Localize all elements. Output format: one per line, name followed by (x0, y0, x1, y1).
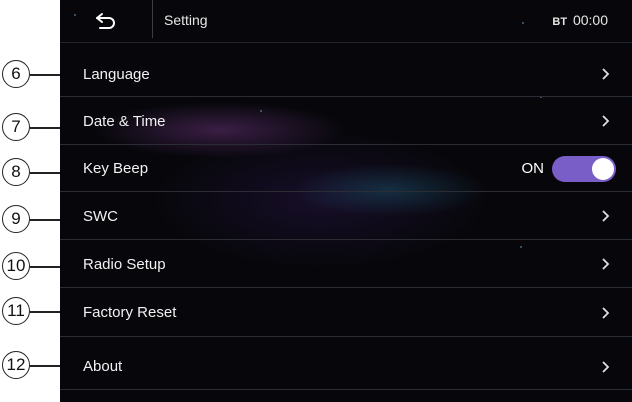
menu-item-label: Language (83, 65, 150, 83)
menu-item-radio-setup[interactable]: Radio Setup (60, 241, 632, 288)
bluetooth-label: BT (552, 16, 568, 28)
callout-marker: 12 (0, 351, 62, 383)
menu-item-swc[interactable]: SWC (60, 193, 632, 240)
page-title: Setting (164, 12, 208, 28)
menu-item-date-time[interactable]: Date & Time (60, 98, 632, 145)
chevron-right-icon (602, 306, 610, 319)
callout-leader-line (30, 172, 62, 174)
header-divider (152, 0, 153, 38)
menu-item-language[interactable]: Language (60, 52, 632, 97)
status-area: BT 00:00 (552, 12, 608, 28)
chevron-right-icon (602, 210, 610, 222)
key-beep-toggle-group: ON (521, 155, 616, 182)
callout-marker: 6 (0, 60, 62, 92)
callout-leader-line (30, 219, 62, 221)
back-button[interactable] (82, 6, 130, 36)
callout-leader-line (30, 74, 62, 76)
menu-item-label: About (83, 358, 123, 375)
menu-item-factory-reset[interactable]: Factory Reset (60, 289, 632, 337)
callout-leader-line (30, 266, 62, 268)
callout-marker: 10 (0, 252, 62, 284)
back-arrow-icon (96, 13, 115, 29)
callout-marker: 9 (0, 205, 62, 237)
callout-number: 9 (2, 205, 30, 233)
chevron-right-icon (602, 68, 610, 80)
callout-number: 8 (2, 158, 30, 186)
callout-leader-line (30, 365, 62, 367)
key-beep-toggle[interactable] (552, 155, 616, 182)
callout-column: 6 7 8 9 10 11 12 (0, 0, 62, 402)
callout-number: 7 (2, 113, 30, 141)
callout-marker: 11 (0, 297, 62, 329)
toggle-state-label: ON (521, 160, 545, 177)
callout-marker: 8 (0, 158, 62, 190)
settings-screen: Setting BT 00:00 Language Date & Time Ke… (60, 0, 632, 402)
toggle-knob (592, 157, 614, 180)
callout-number: 12 (2, 351, 30, 379)
menu-item-key-beep[interactable]: Key Beep ON (60, 146, 632, 192)
callout-number: 10 (2, 252, 30, 280)
chevron-right-icon (602, 258, 610, 270)
menu-item-label: Key Beep (83, 160, 149, 177)
menu-item-about[interactable]: About (60, 344, 632, 390)
menu-item-label: Factory Reset (83, 304, 177, 321)
top-bar: Setting BT 00:00 (60, 0, 632, 43)
menu-item-label: Radio Setup (83, 255, 166, 273)
callout-number: 6 (2, 60, 30, 88)
menu-item-label: SWC (83, 207, 118, 225)
callout-number: 11 (2, 297, 30, 325)
clock: 00:00 (572, 12, 608, 28)
chevron-right-icon (602, 360, 610, 373)
menu-item-label: Date & Time (83, 112, 166, 130)
callout-leader-line (30, 127, 62, 129)
callout-marker: 7 (0, 113, 62, 145)
chevron-right-icon (602, 115, 610, 127)
callout-leader-line (30, 311, 62, 313)
